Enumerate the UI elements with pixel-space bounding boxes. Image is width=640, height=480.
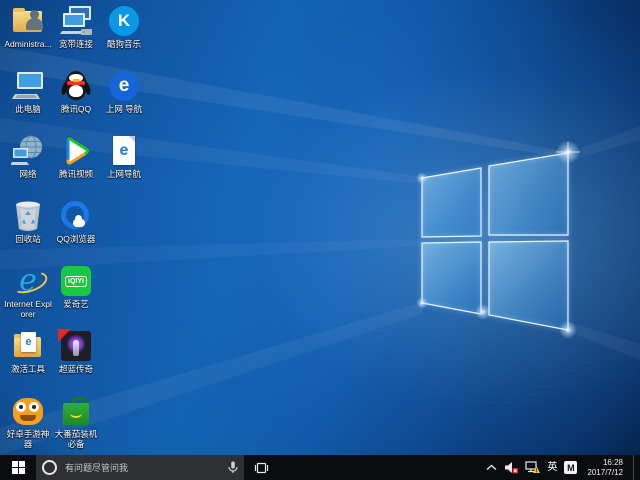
desktop-icon-nav-document[interactable]: e 上网导航 [100,134,148,199]
green-bag-icon [58,394,94,428]
icon-label: 超蓝传奇 [59,364,93,374]
network-warning-button[interactable] [525,455,540,480]
desktop-icon-internet-explorer[interactable]: e Internet Explorer [4,264,52,329]
desktop-icon-grid: Administra... 此电脑 [4,4,148,455]
internet-explorer-icon: e [10,264,46,298]
volume-muted-button[interactable] [504,455,518,480]
tencent-video-play-icon [58,134,94,168]
activation-folder-icon: e [10,329,46,363]
iqiyi-icon: iQIYI [58,264,94,298]
taskbar: 英 M 16:28 2017/7/12 [0,455,640,480]
icon-label: 激活工具 [11,364,45,374]
icon-label: Administra... [4,39,51,49]
clock-date: 2017/7/12 [587,468,623,478]
desktop-icon-tencent-qq[interactable]: 腾讯QQ [52,69,100,134]
ime-mode-button[interactable]: M [564,455,577,480]
chevron-up-icon [486,464,497,471]
icon-label: 腾讯QQ [61,104,91,114]
icon-label: 上网 导航 [106,104,142,114]
ime-language-indicator[interactable]: 英 [547,455,557,480]
desktop-icon-legend-game[interactable]: 超蓝传奇 [52,329,100,394]
desktop-icon-administrator[interactable]: Administra... [4,4,52,69]
icon-label: 爱奇艺 [63,299,89,309]
clock-time: 16:28 [603,458,623,468]
orange-monster-icon [10,394,46,428]
network-icon [10,134,46,168]
icon-column-2: 宽带连接 腾讯QQ [52,4,100,455]
ime-mode-icon: M [564,461,577,474]
system-tray: 英 M 16:28 2017/7/12 [486,455,640,480]
taskbar-empty-area [278,455,486,480]
tray-overflow-button[interactable] [486,455,497,480]
icon-column-1: Administra... 此电脑 [4,4,52,455]
kugou-music-icon: K [106,4,142,38]
desktop-icon-network[interactable]: 网络 [4,134,52,199]
desktop-icon-nav-browser[interactable]: e 上网 导航 [100,69,148,134]
cortana-search-box[interactable] [36,455,244,480]
desktop-icon-recycle-bin[interactable]: 回收站 [4,199,52,264]
legend-game-icon [58,329,94,363]
start-button[interactable] [0,455,36,480]
network-warning-icon [525,461,540,474]
qq-browser-icon [58,199,94,233]
icon-label: Internet Explorer [4,299,52,319]
icon-label: 好卓手游神器 [4,429,52,449]
taskbar-clock[interactable]: 16:28 2017/7/12 [584,458,626,477]
qq-penguin-icon [58,69,94,103]
nav-browser-icon: e [106,69,142,103]
window-panes [422,153,568,330]
this-pc-icon [10,69,46,103]
desktop-icon-broadband[interactable]: 宽带连接 [52,4,100,69]
task-view-button[interactable] [244,455,278,480]
user-folder-icon [10,4,46,38]
desktop-icon-iqiyi[interactable]: iQIYI 爱奇艺 [52,264,100,329]
icon-label: 宽带连接 [59,39,93,49]
icon-label: 回收站 [15,234,41,244]
icon-label: 此电脑 [15,104,41,114]
icon-label: QQ浏览器 [57,234,96,244]
icon-label: 酷狗音乐 [107,39,141,49]
desktop-icon-tencent-video[interactable]: 腾讯视频 [52,134,100,199]
desktop-icon-activation-tool[interactable]: e 激活工具 [4,329,52,394]
desktop-icon-mobile-game-tool[interactable]: 好卓手游神器 [4,394,52,455]
show-desktop-button[interactable] [633,455,638,480]
icon-label: 腾讯视频 [59,169,93,179]
recycle-bin-icon [10,199,46,233]
icon-column-3: K 酷狗音乐 e 上网 导航 e 上网导航 [100,4,148,455]
volume-muted-icon [504,461,518,474]
desktop-icon-tomato-installer[interactable]: 大番茄装机必备 [52,394,100,455]
desktop-icon-this-pc[interactable]: 此电脑 [4,69,52,134]
cortana-icon [42,460,57,475]
icon-label: 网络 [19,169,36,179]
task-view-icon [254,462,269,474]
icon-label: 上网导航 [107,169,141,179]
desktop-wallpaper: Administra... 此电脑 [0,0,640,455]
search-input[interactable] [63,462,222,474]
desktop-icon-kugou-music[interactable]: K 酷狗音乐 [100,4,148,69]
desktop-icon-qq-browser[interactable]: QQ浏览器 [52,199,100,264]
windows-logo-icon [12,461,25,474]
icon-label: 大番茄装机必备 [52,429,100,449]
broadband-connection-icon [58,4,94,38]
nav-document-icon: e [106,134,142,168]
microphone-icon[interactable] [228,461,238,474]
